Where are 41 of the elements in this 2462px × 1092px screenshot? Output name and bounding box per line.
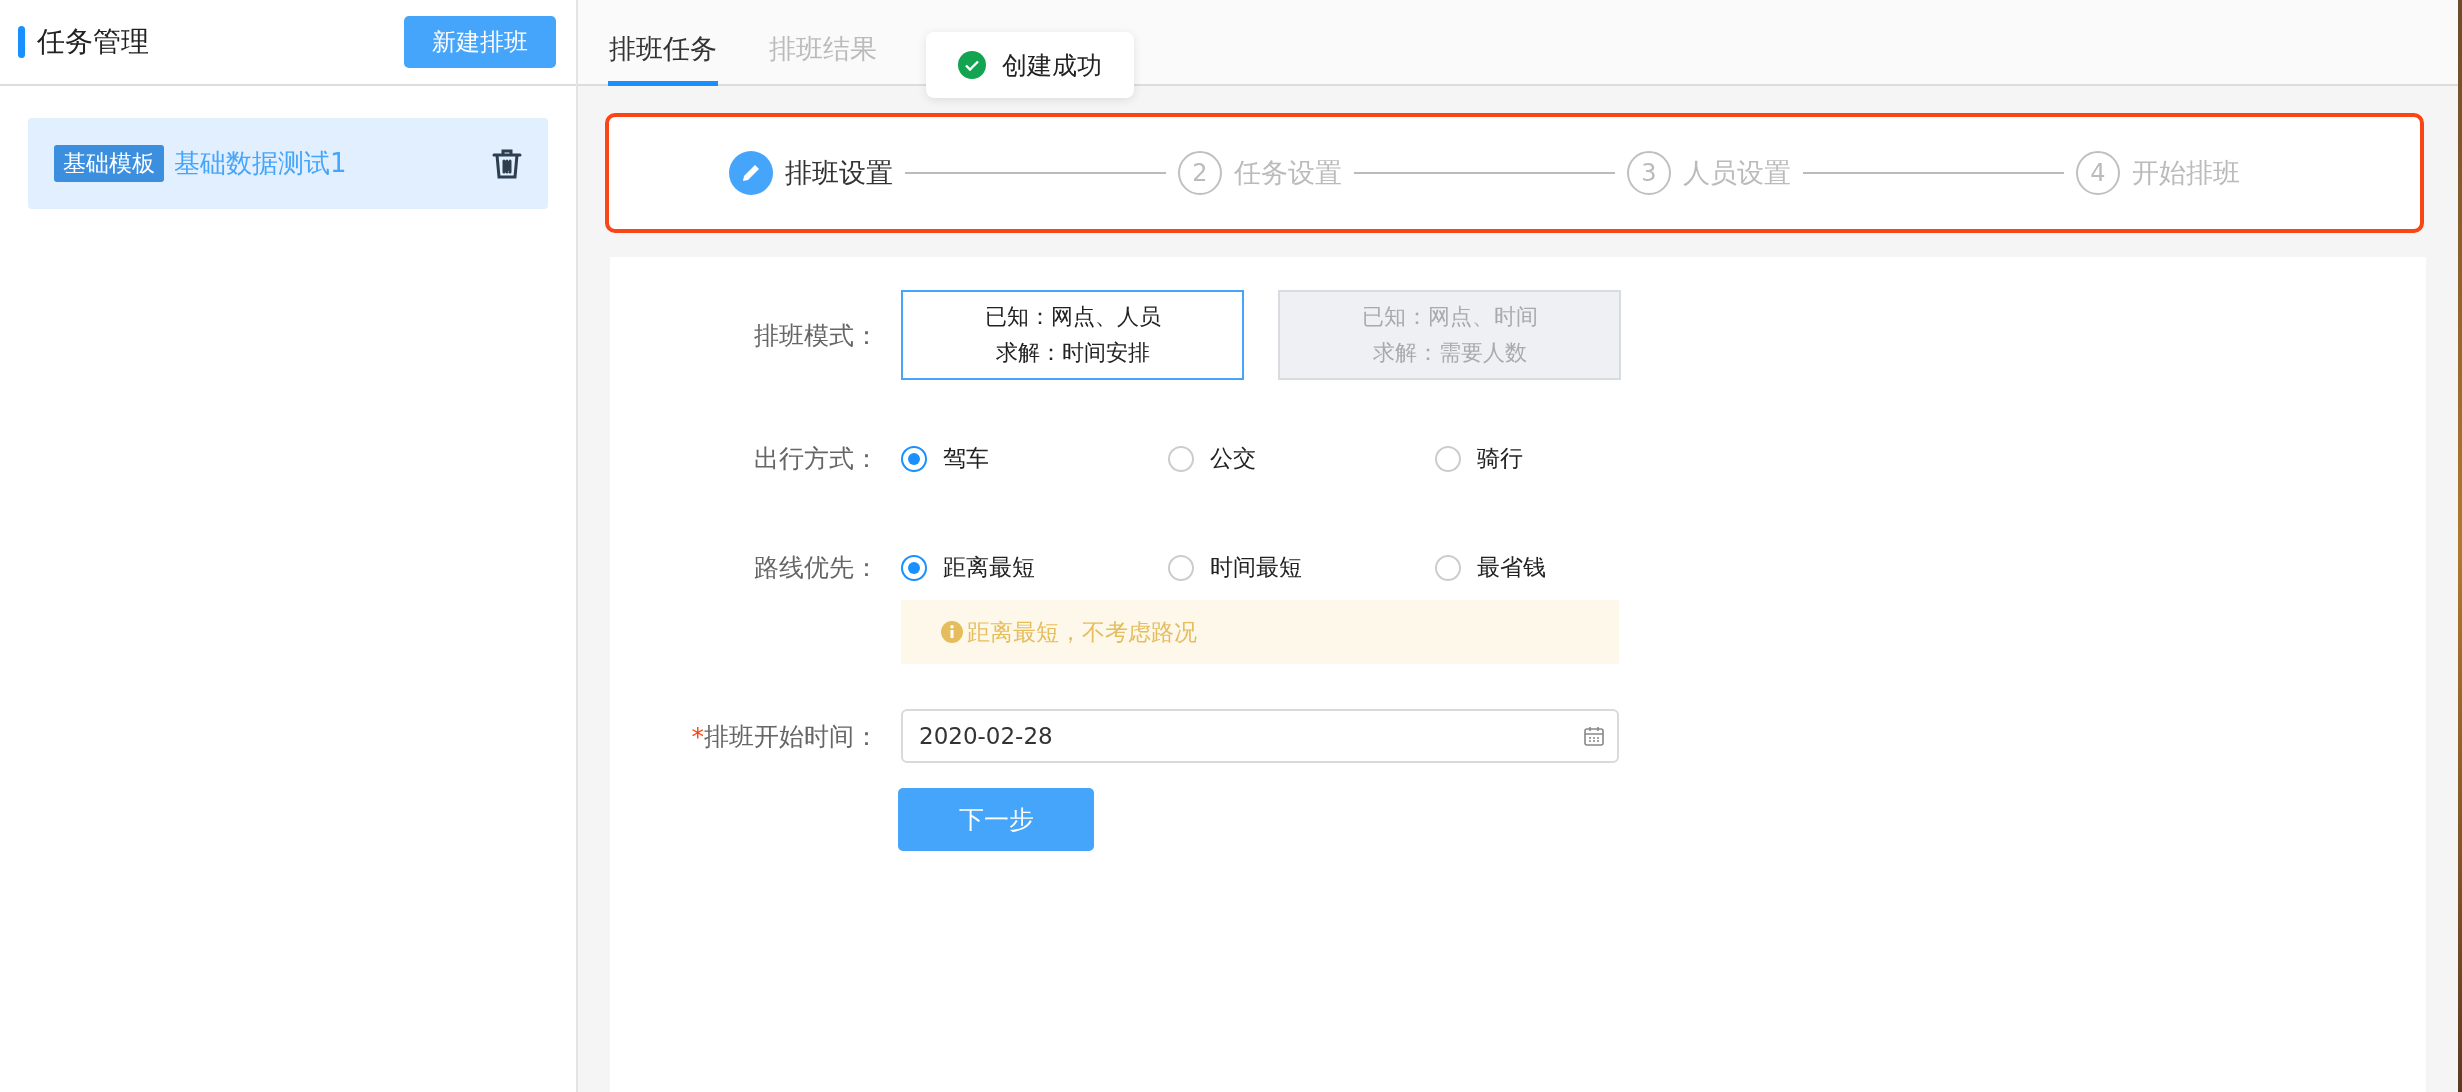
form-label: *排班开始时间： — [690, 720, 880, 753]
step-number: 3 — [1627, 151, 1671, 195]
form-label: 路线优先： — [753, 552, 880, 584]
task-item[interactable]: 基础模板 基础数据测试1 — [28, 118, 548, 209]
radio-button[interactable] — [901, 445, 927, 472]
radio-label: 驾车 — [943, 444, 989, 473]
calendar-icon — [1583, 725, 1605, 747]
mode-option[interactable]: 已知：网点、人员 求解：时间安排 — [901, 290, 1244, 380]
radio-button[interactable] — [1435, 554, 1461, 581]
info-icon — [941, 621, 963, 643]
check-circle-icon — [958, 51, 986, 79]
date-field[interactable]: 2020-02-28 — [901, 709, 1619, 763]
tab[interactable]: 排班任务 — [608, 31, 718, 86]
radio-button[interactable] — [1168, 554, 1194, 581]
radio-button[interactable] — [1168, 445, 1194, 472]
form-label: 出行方式： — [753, 443, 880, 475]
form-label: 排班模式： — [753, 319, 880, 352]
radio-label: 公交 — [1210, 444, 1256, 473]
next-step-button[interactable]: 下一步 — [898, 788, 1094, 851]
radio-button[interactable] — [901, 554, 927, 581]
step-label: 人员设置 — [1683, 156, 1791, 190]
trash-icon[interactable] — [492, 147, 522, 180]
radio-button[interactable] — [1435, 445, 1461, 472]
radio-label: 时间最短 — [1210, 553, 1302, 582]
radio-label: 骑行 — [1477, 444, 1523, 473]
step-number: 4 — [2076, 151, 2120, 195]
step-label: 排班设置 — [785, 156, 893, 190]
step-number: 2 — [1178, 151, 1222, 195]
sidebar-title: 任务管理 — [37, 24, 149, 60]
step-label: 开始排班 — [2132, 156, 2240, 190]
tip-text: 距离最短，不考虑路况 — [967, 617, 1197, 647]
toast-text: 创建成功 — [1002, 49, 1102, 82]
mode-option[interactable]: 已知：网点、时间 求解：需要人数 — [1278, 290, 1621, 380]
template-tag: 基础模板 — [54, 145, 164, 182]
radio-label: 距离最短 — [943, 553, 1035, 582]
accent-bar — [18, 26, 25, 58]
new-schedule-button[interactable]: 新建排班 — [404, 16, 556, 68]
step-label: 任务设置 — [1234, 156, 1342, 190]
radio-label: 最省钱 — [1477, 553, 1546, 582]
task-name: 基础数据测试1 — [174, 147, 348, 180]
tab[interactable]: 排班结果 — [768, 31, 878, 86]
